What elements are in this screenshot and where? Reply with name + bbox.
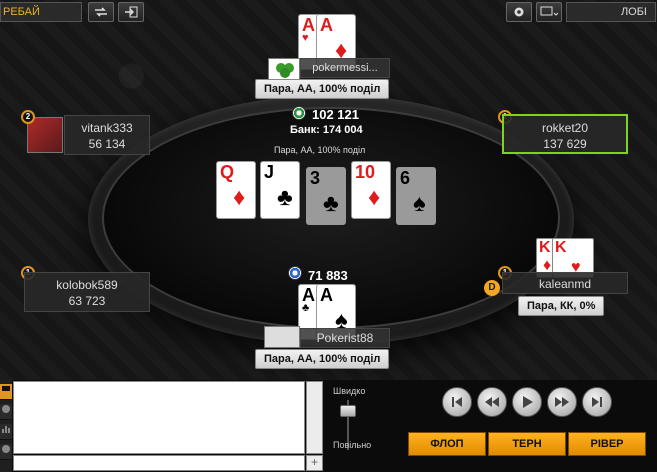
player-name: kaleanmd: [538, 277, 592, 291]
hand-result-badge: Пара, АА, 100% поділ: [255, 349, 390, 369]
player-name: vitank333: [81, 121, 133, 135]
player-left-bottom-panel[interactable]: kolobok589 63 723: [24, 272, 150, 312]
card-rank: A: [320, 285, 333, 305]
card-rank: K: [555, 239, 567, 256]
rewind-button[interactable]: [477, 387, 507, 417]
street-button-turn[interactable]: ТЕРН: [488, 432, 566, 456]
board-card-2: J ♣: [260, 161, 300, 219]
play-icon: [523, 396, 533, 408]
hand-result-badge: Пара, АА, 100% поділ: [255, 79, 390, 99]
lobby-button[interactable]: ЛОБІ: [566, 2, 656, 22]
player-left-top-panel[interactable]: vitank333 56 134: [64, 115, 150, 155]
speed-slow-label: Повільно: [333, 440, 372, 450]
player-stack: 63 723: [68, 294, 106, 308]
skip-end-button[interactable]: [582, 387, 612, 417]
dealer-button: D: [484, 280, 500, 296]
skip-start-icon: [452, 397, 462, 407]
replay-label: РЕБАЙ: [0, 2, 82, 22]
board-card-3: 3 ♣: [306, 167, 346, 225]
refresh-button[interactable]: [88, 2, 114, 22]
speed-fast-label: Швидко: [333, 386, 366, 396]
exit-button[interactable]: [118, 2, 144, 22]
street-button-flop[interactable]: ФЛОП: [408, 432, 486, 456]
chat-tab-info[interactable]: [0, 404, 12, 420]
card-suit: ♣: [302, 302, 310, 314]
card-rank: K: [539, 239, 551, 256]
fast-forward-icon: [555, 397, 569, 407]
chat-scrollbar[interactable]: [306, 381, 323, 454]
player-right-bottom-panel[interactable]: kaleanmd: [502, 272, 628, 294]
player-name: Pokerist88: [316, 331, 374, 345]
card-rank: 6: [400, 168, 411, 188]
card-rank: A: [320, 15, 333, 35]
skip-start-button[interactable]: [442, 387, 472, 417]
chat-tab-stats[interactable]: [0, 424, 12, 440]
chat-tabs: [0, 380, 12, 472]
bet-chip-icon: [288, 266, 302, 280]
player-name: pokermessi...: [312, 62, 378, 74]
play-button[interactable]: [512, 387, 542, 417]
winning-hand-description: Пара, АА, 100% поділ: [274, 145, 366, 155]
gear-icon: [514, 7, 524, 17]
player-name: kolobok589: [56, 278, 118, 292]
player-bottom-panel[interactable]: Pokerist88: [300, 328, 390, 348]
card-suit: ♦: [233, 184, 246, 211]
chat-input[interactable]: [13, 455, 305, 471]
card-suit: ♣: [323, 190, 339, 217]
skip-end-icon: [592, 397, 602, 407]
hand-result-badge: Пара, КК, 0%: [518, 296, 605, 316]
card-suit: ♠: [413, 190, 426, 217]
player-name: rokket20: [541, 121, 589, 135]
refresh-icon: [95, 7, 107, 17]
exit-icon: [125, 6, 138, 18]
chat-tab-messages[interactable]: [0, 384, 12, 400]
pot-chip-icon: [292, 106, 306, 120]
board-card-4: 10 ♦: [351, 161, 391, 219]
chat-send-button[interactable]: +: [306, 455, 323, 471]
layout-button[interactable]: [536, 2, 562, 22]
card-rank: 10: [355, 162, 376, 182]
speed-slider-thumb[interactable]: [340, 405, 356, 417]
player-top-panel[interactable]: pokermessi...: [300, 58, 390, 78]
pot-total: Банк: 174 004: [290, 124, 363, 136]
window-layout-icon: [540, 6, 558, 16]
avatar: [264, 326, 300, 348]
player-right-top-panel[interactable]: rokket20 137 629: [502, 114, 628, 154]
card-rank: Q: [220, 162, 235, 182]
pot-amount: 102 121: [312, 107, 359, 122]
seat-number-badge: 2: [21, 110, 35, 124]
player-stack: 56 134: [88, 137, 126, 151]
settings-button[interactable]: [506, 2, 532, 22]
street-button-river[interactable]: РІВЕР: [568, 432, 646, 456]
chat-tab-dealer[interactable]: [0, 444, 12, 460]
player-bet: 71 883: [308, 268, 348, 283]
card-rank: J: [264, 162, 275, 182]
chat-log[interactable]: [13, 381, 305, 454]
info-icon: [2, 405, 10, 413]
stats-icon: [2, 426, 10, 433]
fast-forward-button[interactable]: [547, 387, 577, 417]
player-stack: 137 629: [543, 137, 587, 151]
board-card-5: 6 ♠: [396, 167, 436, 225]
card-rank: 3: [310, 168, 321, 188]
board-card-1: Q ♦: [216, 161, 256, 219]
chat-bubble-icon: [2, 386, 10, 391]
card-suit: ♣: [277, 184, 293, 211]
dealer-chip-icon: [2, 445, 10, 453]
clover-icon: [276, 63, 294, 78]
rewind-icon: [485, 397, 499, 407]
card-suit: ♥: [302, 32, 309, 44]
card-suit: ♦: [368, 184, 381, 211]
